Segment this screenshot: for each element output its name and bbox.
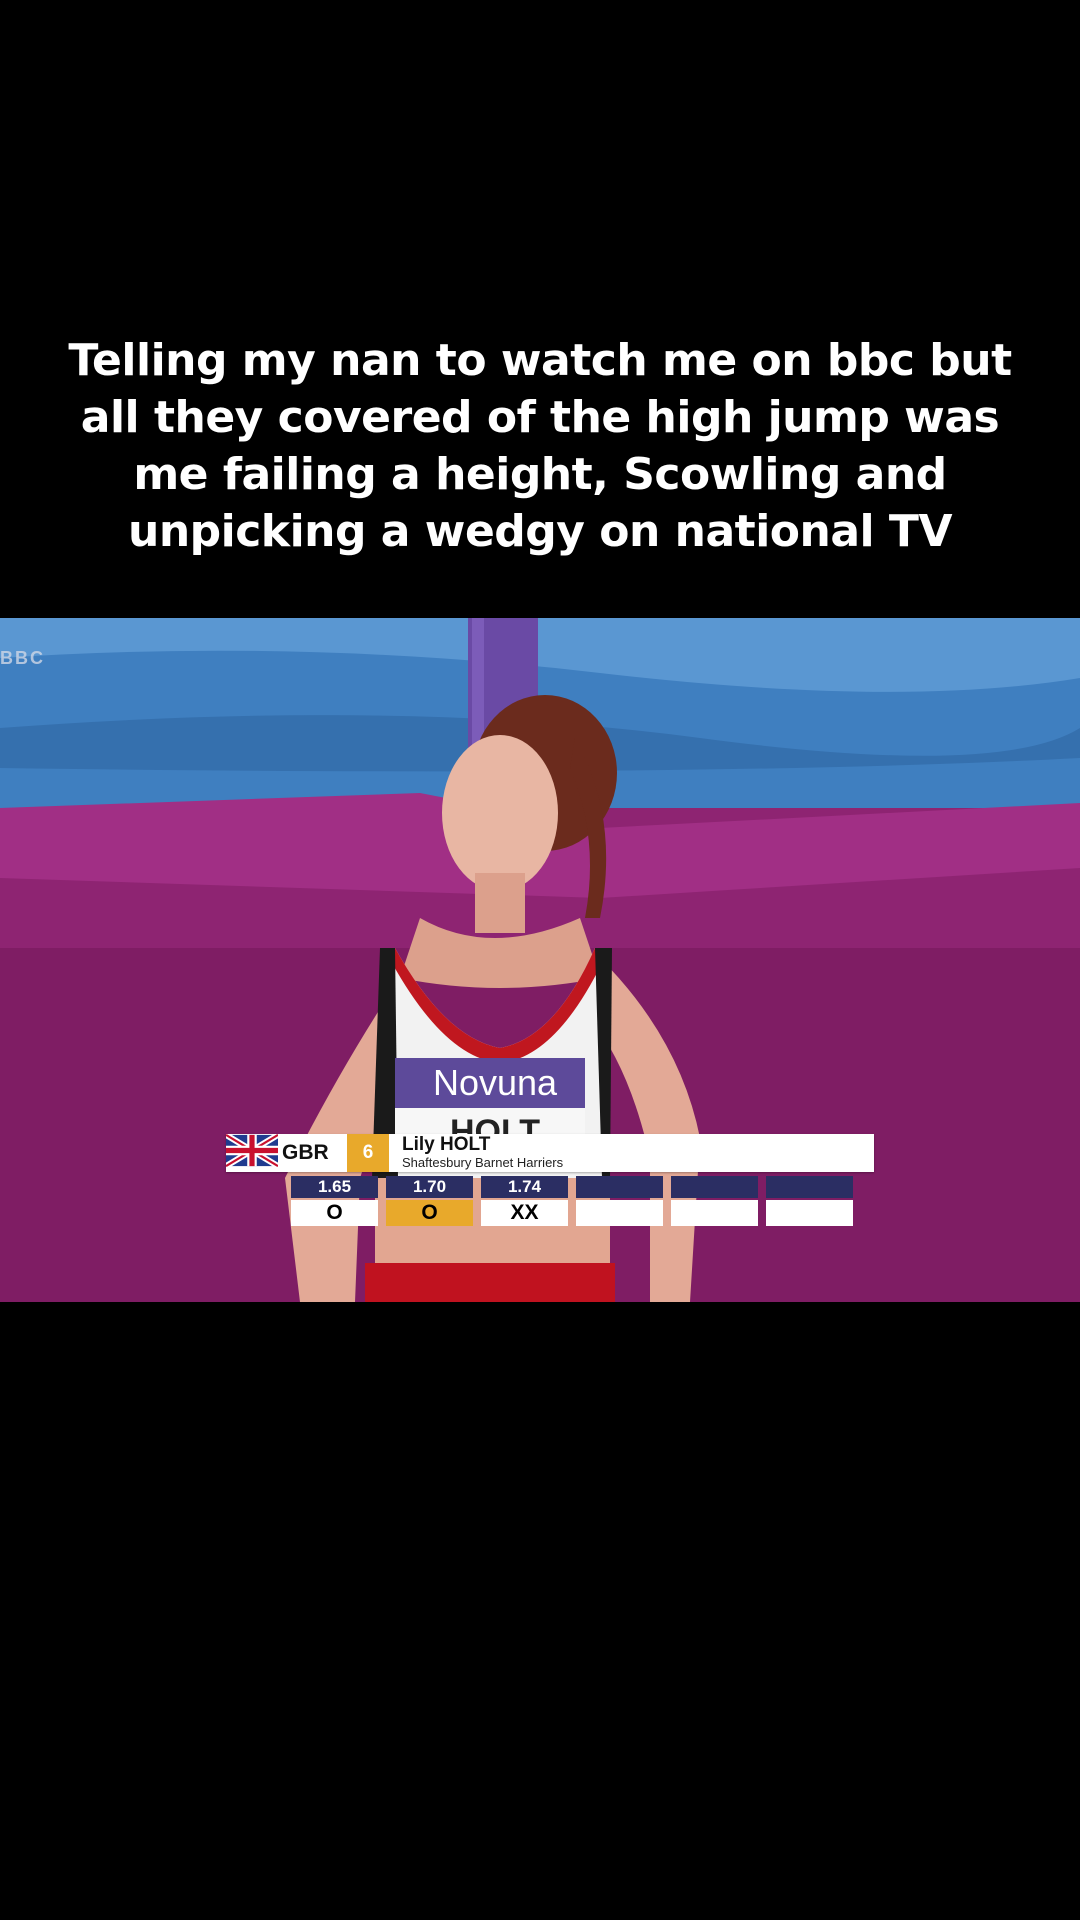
attempt-column: 1.70 O xyxy=(386,1176,473,1226)
attempt-height xyxy=(576,1176,663,1198)
attempt-result: O xyxy=(386,1200,473,1226)
athlete-club: Shaftesbury Barnet Harriers xyxy=(402,1155,564,1170)
uk-flag-icon xyxy=(226,1134,278,1167)
attempt-column: 1.74 XX xyxy=(481,1176,568,1226)
attempt-result xyxy=(766,1200,853,1226)
attempt-column xyxy=(766,1176,853,1226)
athlete-name: Lily HOLT xyxy=(402,1134,491,1155)
video-caption: Telling my nan to watch me on bbc but al… xyxy=(68,335,1012,557)
video-frame[interactable]: BBC Novuna HOLT GBR 6 Lily HOLT Shaftesb… xyxy=(0,618,1080,1302)
country-code: GBR xyxy=(282,1141,329,1164)
attempt-column xyxy=(576,1176,663,1226)
attempt-height: 1.74 xyxy=(481,1176,568,1198)
attempt-result xyxy=(671,1200,758,1226)
attempt-height: 1.70 xyxy=(386,1176,473,1198)
attempt-height xyxy=(671,1176,758,1198)
channel-logo: BBC xyxy=(0,648,45,668)
attempt-column: 1.65 O xyxy=(291,1176,378,1226)
position-badge: 6 xyxy=(347,1134,389,1172)
attempt-height: 1.65 xyxy=(291,1176,378,1198)
attempt-column xyxy=(671,1176,758,1226)
attempt-height xyxy=(766,1176,853,1198)
athlete-bar: GBR 6 Lily HOLT Shaftesbury Barnet Harri… xyxy=(226,1134,874,1172)
attempt-result xyxy=(576,1200,663,1226)
bib-sponsor: Novuna xyxy=(432,1062,558,1103)
attempt-result: XX xyxy=(481,1200,568,1226)
attempt-result: O xyxy=(291,1200,378,1226)
